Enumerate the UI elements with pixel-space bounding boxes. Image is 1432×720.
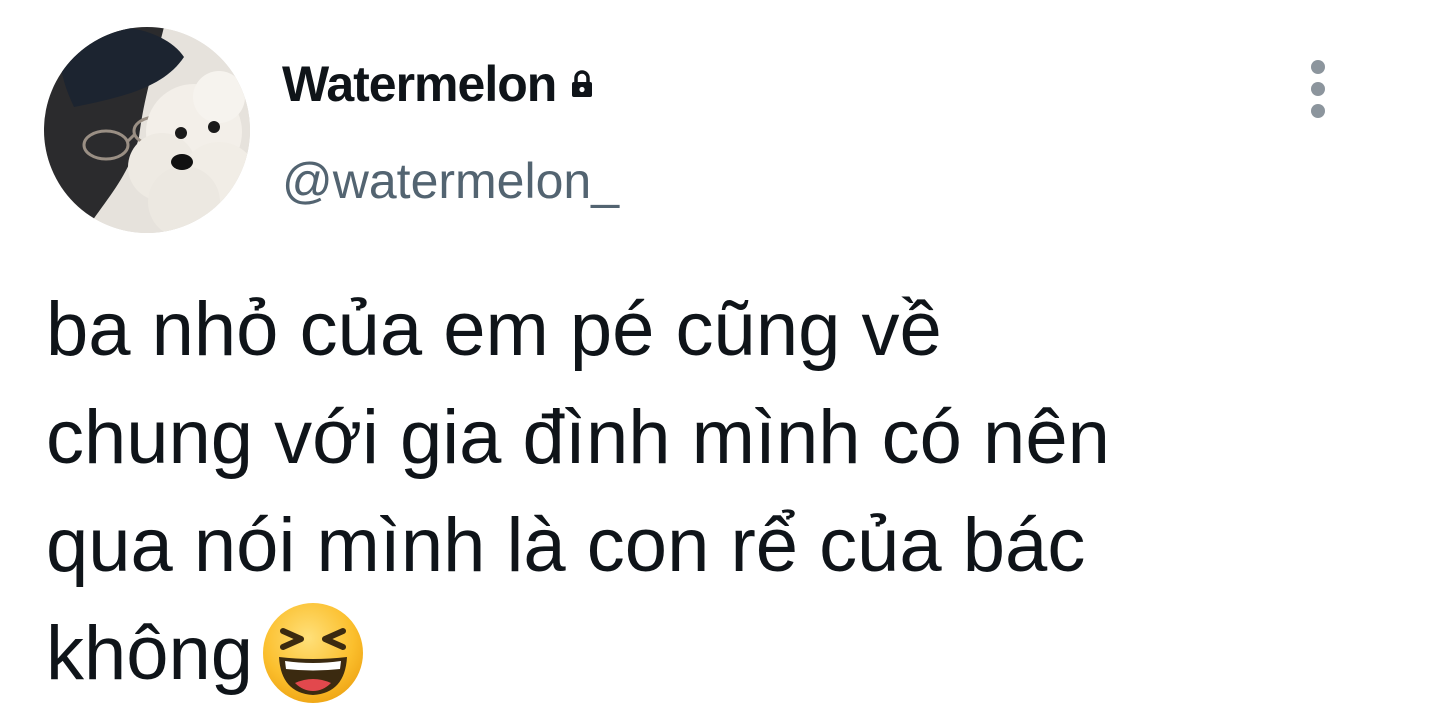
author-handle[interactable]: @watermelon_ bbox=[282, 152, 619, 210]
tweet: Watermelon @watermelon_ ba nhỏ của em pé… bbox=[0, 0, 1432, 720]
more-vertical-icon bbox=[1311, 60, 1325, 118]
author-display-name[interactable]: Watermelon bbox=[282, 55, 557, 113]
avatar[interactable] bbox=[44, 27, 250, 233]
more-options-button[interactable] bbox=[1298, 58, 1338, 120]
grinning-squinting-face-emoji-icon bbox=[261, 601, 365, 705]
tweet-text-line: không bbox=[46, 611, 254, 696]
tweet-text-line: ba nhỏ của em pé cũng về bbox=[46, 287, 942, 372]
author-name-row: Watermelon bbox=[282, 54, 598, 114]
tweet-text-line-last: không bbox=[46, 600, 1406, 708]
lock-icon bbox=[566, 68, 598, 100]
tweet-text-line: chung với gia đình mình có nên bbox=[46, 395, 1110, 480]
tweet-text: ba nhỏ của em pé cũng về chung với gia đ… bbox=[46, 276, 1406, 708]
tweet-text-line: qua nói mình là con rể của bác bbox=[46, 503, 1086, 588]
avatar-image bbox=[44, 27, 250, 233]
